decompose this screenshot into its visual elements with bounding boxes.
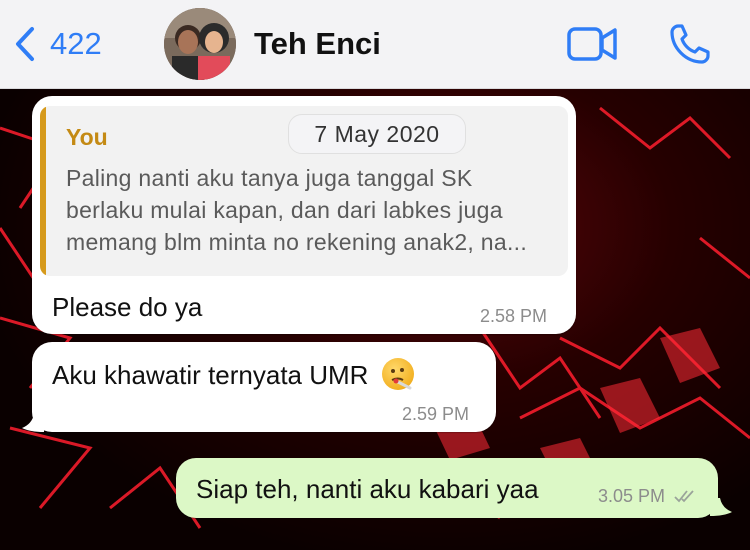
video-camera-icon [567, 27, 617, 61]
incoming-bubble-tail [22, 414, 44, 432]
avatar-photo [164, 8, 236, 80]
message-text: Please do ya [52, 292, 203, 322]
quote-author: You [66, 124, 108, 150]
quote-line: memang blm minta no rekening anak2, na..… [66, 229, 528, 255]
quote-line: berlaku mulai kapan, dan dari labkes jug… [66, 197, 503, 223]
voice-call-button[interactable] [668, 22, 712, 71]
chat-header: 422 Teh Enci [0, 0, 750, 89]
face-with-thermometer-icon [381, 358, 414, 390]
back-unread-count: 422 [50, 26, 102, 61]
date-separator: 7 May 2020 [288, 114, 466, 154]
quote-text: Paling nanti aku tanya juga tanggal SK b… [66, 162, 554, 258]
read-receipt-icon [674, 490, 694, 503]
incoming-message-bubble[interactable]: Aku khawatir ternyata UMR 2.59 PM [32, 342, 496, 432]
contact-name[interactable]: Teh Enci [254, 26, 381, 62]
message-time: 2.58 PM [480, 306, 548, 326]
video-call-button[interactable] [566, 24, 618, 69]
chevron-left-icon [16, 27, 34, 61]
message-time: 2.59 PM [402, 404, 470, 424]
back-button[interactable]: 422 [14, 22, 102, 66]
contact-avatar[interactable] [164, 8, 236, 80]
quote-line: Paling nanti aku tanya juga tanggal SK [66, 165, 473, 191]
outgoing-message-bubble[interactable]: Siap teh, nanti aku kabari yaa 3.05 PM [176, 458, 718, 518]
message-text: Aku khawatir ternyata UMR [52, 358, 414, 391]
message-text: Siap teh, nanti aku kabari yaa [196, 474, 539, 504]
outgoing-bubble-tail [710, 498, 732, 516]
message-time: 3.05 PM [598, 486, 666, 506]
quote-accent-bar [40, 106, 46, 276]
message-text-content: Aku khawatir ternyata UMR [52, 360, 369, 390]
phone-icon [670, 24, 710, 64]
